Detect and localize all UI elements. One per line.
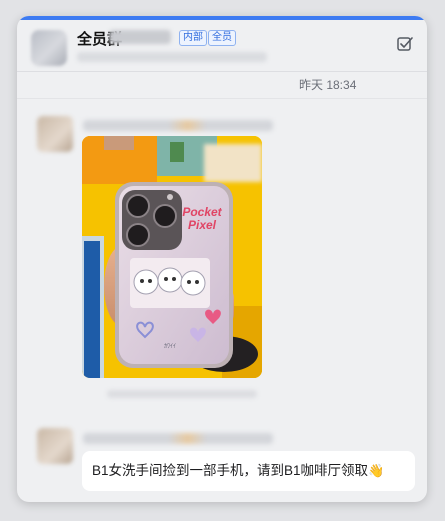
sender-avatar[interactable]: [37, 428, 73, 464]
header-divider: [17, 71, 427, 72]
waving-hand-icon: 👋: [368, 463, 385, 478]
timestamp-divider: [17, 98, 427, 99]
image-caption-redacted: [107, 390, 257, 398]
svg-text:ｶﾜｲｲ: ｶﾜｲｲ: [164, 343, 176, 350]
sender-name-redacted: [83, 433, 273, 444]
tag-all-staff: 全员: [208, 30, 236, 46]
sender-avatar[interactable]: [37, 116, 73, 152]
svg-text:Pixel: Pixel: [188, 218, 217, 232]
svg-text:Pocket: Pocket: [182, 205, 222, 219]
group-name-redacted: [109, 30, 171, 44]
text-message-bubble[interactable]: B1女洗手间捡到一部手机，请到B1咖啡厅领取👋: [82, 451, 415, 491]
checkbox-icon[interactable]: [397, 36, 413, 52]
message-text: B1女洗手间捡到一部手机，请到B1咖啡厅领取: [92, 463, 369, 478]
group-subtitle-redacted: [77, 52, 267, 62]
sender-name-redacted: [83, 120, 273, 131]
chat-window: 全员群 内部 全员 昨天 18:34 Pocket Pixel ｶﾜｲｲ B1女…: [17, 16, 427, 502]
image-message[interactable]: Pocket Pixel ｶﾜｲｲ: [82, 136, 262, 378]
tag-internal: 内部: [179, 30, 207, 46]
chat-header: 全员群 内部 全员: [17, 20, 427, 70]
message-timestamp: 昨天 18:34: [299, 78, 357, 92]
group-avatar[interactable]: [31, 30, 67, 66]
